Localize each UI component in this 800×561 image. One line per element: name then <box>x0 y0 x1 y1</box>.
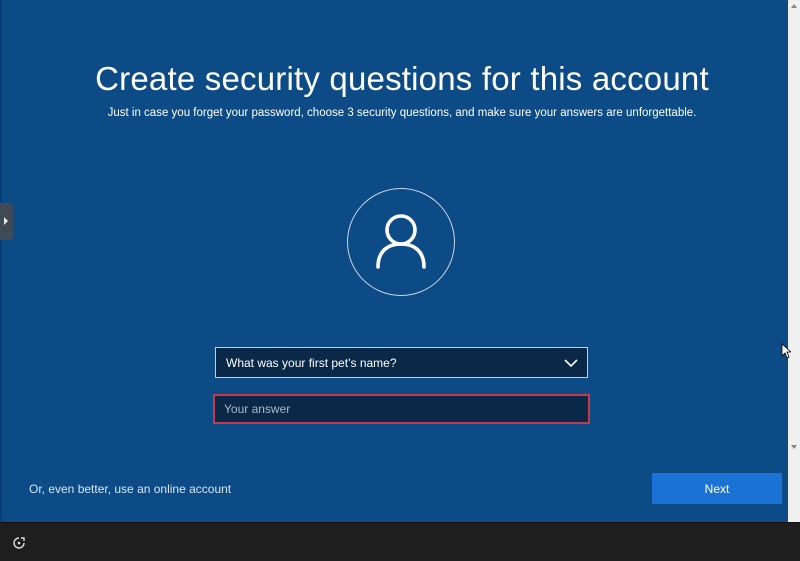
security-question-select[interactable]: What was your first pet’s name? <box>215 347 588 378</box>
page-subtitle: Just in case you forget your password, c… <box>107 107 697 119</box>
online-account-link[interactable]: Or, even better, use an online account <box>29 482 231 496</box>
next-button[interactable]: Next <box>652 473 782 504</box>
chevron-down-icon <box>564 359 578 368</box>
scroll-down-icon[interactable] <box>791 445 797 449</box>
setup-panel: Create security questions for this accou… <box>0 0 788 522</box>
page-title: Create security questions for this accou… <box>95 60 709 97</box>
taskbar <box>0 522 800 561</box>
expand-arrow-icon <box>4 217 8 225</box>
scroll-up-icon[interactable] <box>791 4 797 8</box>
answer-input[interactable] <box>213 394 590 424</box>
user-icon <box>376 214 426 269</box>
oobe-screen: Create security questions for this accou… <box>0 0 800 561</box>
security-question-value: What was your first pet’s name? <box>226 355 397 370</box>
avatar <box>347 188 455 296</box>
accessibility-icon[interactable] <box>12 536 26 550</box>
side-panel-handle[interactable] <box>0 203 13 240</box>
mouse-cursor-icon <box>781 343 791 359</box>
scrollbar[interactable] <box>788 0 800 522</box>
